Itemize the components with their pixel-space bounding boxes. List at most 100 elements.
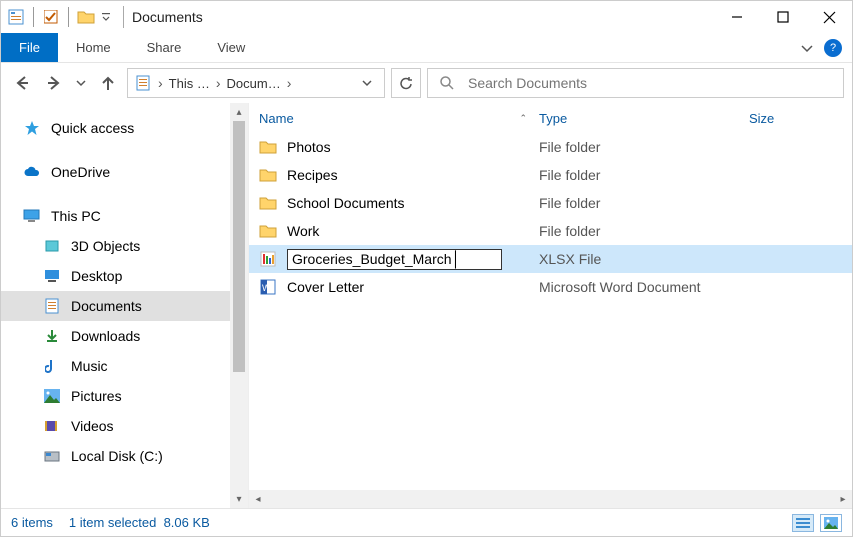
text-cursor-icon: │ <box>452 251 461 268</box>
title-bar: Documents <box>1 1 852 33</box>
sidebar-item[interactable]: Documents <box>1 291 248 321</box>
sidebar-item-label: Local Disk (C:) <box>71 448 163 464</box>
status-item-count: 6 items <box>11 515 53 530</box>
sidebar-quick-access[interactable]: Quick access <box>1 113 248 143</box>
rename-input[interactable]: Groceries_Budget_March│ <box>287 249 502 270</box>
sidebar-item-label: Downloads <box>71 328 140 344</box>
sidebar-onedrive[interactable]: OneDrive <box>1 157 248 187</box>
file-name: Work <box>287 223 319 239</box>
navigation-pane: Quick access OneDrive This PC 3D Objects… <box>1 103 249 508</box>
window-title: Documents <box>132 9 203 25</box>
file-row[interactable]: W Cover Letter Microsoft Word Document <box>249 273 852 301</box>
file-name: School Documents <box>287 195 405 211</box>
tab-share[interactable]: Share <box>129 33 200 62</box>
scroll-right-icon[interactable]: ▸ <box>834 494 852 505</box>
refresh-button[interactable] <box>391 68 421 98</box>
navigation-bar: This … Docum… <box>1 63 852 103</box>
chevron-right-icon[interactable] <box>158 75 163 91</box>
sidebar-item-label: Desktop <box>71 268 122 284</box>
search-icon <box>438 74 456 92</box>
properties-check-icon[interactable] <box>42 8 60 26</box>
file-type-icon <box>259 194 277 212</box>
file-type-icon <box>259 166 277 184</box>
minimize-button[interactable] <box>714 1 760 33</box>
recent-locations-button[interactable] <box>73 70 89 96</box>
tab-view[interactable]: View <box>199 33 263 62</box>
document-page-icon <box>134 74 152 92</box>
scroll-left-icon[interactable]: ◂ <box>249 494 267 505</box>
content-horizontal-scrollbar[interactable]: ◂ ▸ <box>249 490 852 508</box>
cloud-icon <box>23 163 41 181</box>
column-name[interactable]: Name <box>259 111 294 126</box>
back-button[interactable] <box>9 70 35 96</box>
file-type: File folder <box>539 223 749 239</box>
file-list[interactable]: PhotosFile folderRecipesFile folderSchoo… <box>249 133 852 490</box>
sidebar-item-icon <box>43 387 61 405</box>
file-type-icon <box>259 222 277 240</box>
sidebar-item-label: Pictures <box>71 388 122 404</box>
chevron-right-icon[interactable] <box>287 75 292 91</box>
file-type: File folder <box>539 195 749 211</box>
star-icon <box>23 119 41 137</box>
sidebar-item-label: Music <box>71 358 108 374</box>
file-row[interactable]: School Documents File folder <box>249 189 852 217</box>
sidebar-item-label: Documents <box>71 298 142 314</box>
sidebar-item[interactable]: Pictures <box>1 381 248 411</box>
search-box[interactable] <box>427 68 844 98</box>
sidebar-scrollbar[interactable]: ▴ ▾ <box>230 103 248 508</box>
sidebar-label: This PC <box>51 208 101 224</box>
sidebar-item[interactable]: Music <box>1 351 248 381</box>
file-row[interactable]: PhotosFile folder <box>249 133 852 161</box>
maximize-button[interactable] <box>760 1 806 33</box>
sidebar-item-icon <box>43 327 61 345</box>
file-type-icon <box>259 250 277 268</box>
svg-text:W: W <box>262 283 271 293</box>
status-selection: 1 item selected 8.06 KB <box>69 515 210 530</box>
file-row[interactable]: Work File folder <box>249 217 852 245</box>
address-dropdown-icon[interactable] <box>356 78 378 88</box>
explorer-icon <box>7 8 25 26</box>
sidebar-item-icon <box>43 237 61 255</box>
file-row[interactable]: Groceries_Budget_March│XLSX File <box>249 245 852 273</box>
help-button[interactable]: ? <box>824 39 842 57</box>
sidebar-label: Quick access <box>51 120 134 136</box>
close-button[interactable] <box>806 1 852 33</box>
scroll-down-icon[interactable]: ▾ <box>230 490 248 508</box>
file-type: File folder <box>539 139 749 155</box>
sidebar-item[interactable]: Videos <box>1 411 248 441</box>
file-name: Cover Letter <box>287 279 364 295</box>
forward-button[interactable] <box>41 70 67 96</box>
chevron-right-icon[interactable] <box>216 75 221 91</box>
scroll-up-icon[interactable]: ▴ <box>230 103 248 121</box>
file-type: File folder <box>539 167 749 183</box>
sort-indicator-icon: ⌃ <box>519 113 527 124</box>
column-type[interactable]: Type <box>539 111 749 126</box>
thumbnails-view-button[interactable] <box>820 514 842 532</box>
sidebar-item[interactable]: Downloads <box>1 321 248 351</box>
file-name: Recipes <box>287 167 338 183</box>
file-row[interactable]: Recipes File folder <box>249 161 852 189</box>
sidebar-item-icon <box>43 447 61 465</box>
breadcrumb[interactable]: This … Docum… <box>127 68 385 98</box>
details-view-button[interactable] <box>792 514 814 532</box>
sidebar-label: OneDrive <box>51 164 110 180</box>
file-type: Microsoft Word Document <box>539 279 749 295</box>
ribbon-expand-icon[interactable] <box>798 39 816 57</box>
crumb-this-pc[interactable]: This … <box>169 76 210 91</box>
tab-home[interactable]: Home <box>58 33 129 62</box>
status-bar: 6 items 1 item selected 8.06 KB <box>1 508 852 536</box>
sidebar-item[interactable]: 3D Objects <box>1 231 248 261</box>
column-size[interactable]: Size <box>749 111 852 126</box>
scrollbar-thumb[interactable] <box>233 121 245 372</box>
file-tab[interactable]: File <box>1 33 58 62</box>
sidebar-item[interactable]: Local Disk (C:) <box>1 441 248 471</box>
sidebar-item[interactable]: Desktop <box>1 261 248 291</box>
crumb-documents[interactable]: Docum… <box>227 76 281 91</box>
search-input[interactable] <box>466 74 833 92</box>
up-button[interactable] <box>95 70 121 96</box>
qat-dropdown-icon[interactable] <box>99 8 113 26</box>
sidebar-item-label: Videos <box>71 418 114 434</box>
file-type-icon: W <box>259 278 277 296</box>
sidebar-this-pc[interactable]: This PC <box>1 201 248 231</box>
content-pane: Name ⌃ Type Size PhotosFile folderRecipe… <box>249 103 852 508</box>
